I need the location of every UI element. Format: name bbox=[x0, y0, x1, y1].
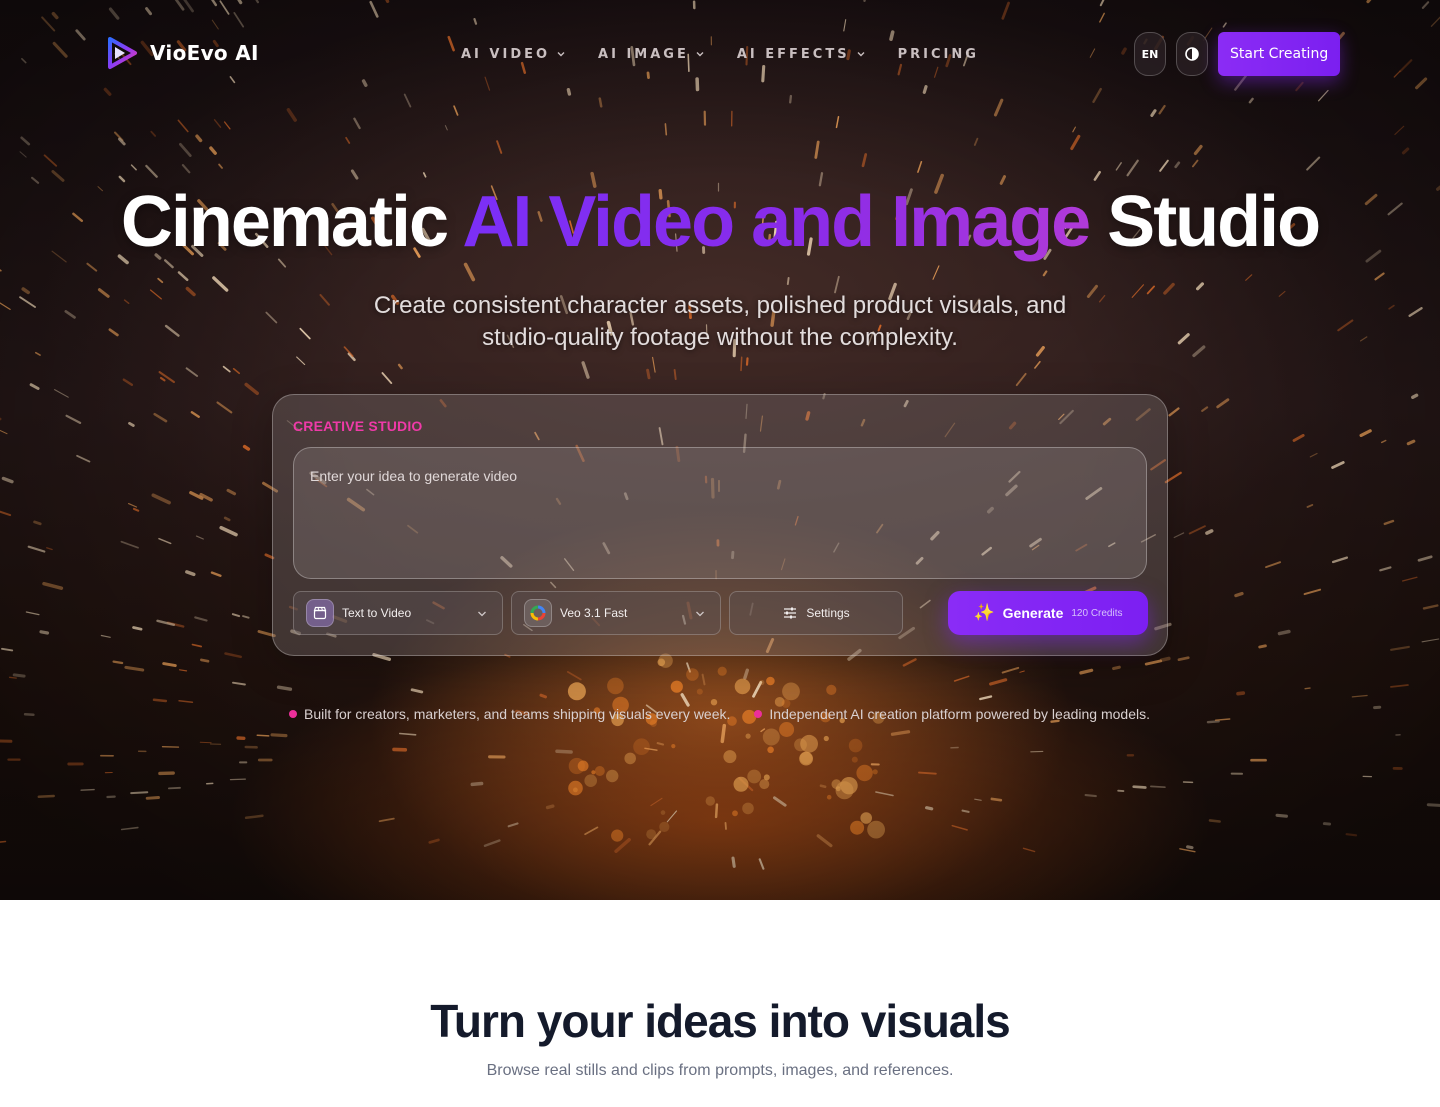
nav-ai-effects-label: AI EFFECTS bbox=[736, 46, 850, 62]
settings-button[interactable]: Settings bbox=[729, 591, 903, 635]
chevron-down-icon bbox=[696, 611, 704, 617]
nav-pricing[interactable]: PRICING bbox=[898, 44, 979, 64]
nav-ai-video-label: AI VIDEO bbox=[461, 46, 551, 62]
hero-title: Cinematic AI Video and Image Studio bbox=[0, 180, 1440, 264]
bullet-dot bbox=[289, 710, 297, 718]
contrast-icon bbox=[1185, 47, 1199, 61]
feature-bullet: Built for creators, marketers, and teams… bbox=[289, 706, 730, 722]
settings-label: Settings bbox=[806, 606, 850, 620]
chevron-down-icon bbox=[557, 52, 565, 57]
model-select-value: Veo 3.1 Fast bbox=[560, 606, 628, 620]
feature-bullet: Independent AI creation platform powered… bbox=[754, 706, 1150, 722]
chevron-down-icon bbox=[478, 611, 486, 617]
chevron-down-icon bbox=[696, 52, 704, 57]
section-subtitle: Browse real stills and clips from prompt… bbox=[486, 1062, 954, 1079]
feature-bullets: Built for creators, marketers, and teams… bbox=[289, 706, 1150, 722]
studio-label: CREATIVE STUDIO bbox=[293, 418, 423, 434]
sparkles-icon: ✨ bbox=[973, 603, 995, 622]
clapperboard-icon bbox=[306, 599, 334, 627]
hero-section: VioEvo AI AI VIDEO AI IMAGE AI EFFECTS P… bbox=[0, 0, 1440, 900]
start-creating-button[interactable]: Start Creating bbox=[1218, 32, 1341, 76]
hero-subtitle: Create consistent character assets, poli… bbox=[373, 292, 1067, 351]
credits-badge: 120 Credits bbox=[1071, 607, 1123, 619]
nav-links: AI VIDEO AI IMAGE AI EFFECTS PRICING bbox=[461, 44, 1011, 64]
nav-actions: EN Start Creating bbox=[1134, 32, 1341, 76]
chevron-down-icon bbox=[857, 52, 865, 57]
bullet-dot bbox=[754, 710, 763, 718]
nav-ai-image-label: AI IMAGE bbox=[598, 46, 689, 62]
theme-toggle-button[interactable] bbox=[1176, 32, 1208, 76]
prompt-input[interactable] bbox=[294, 448, 1146, 578]
nav-pricing-label: PRICING bbox=[897, 46, 979, 62]
section-title: Turn your ideas into visuals bbox=[430, 995, 1011, 1047]
sliders-icon bbox=[784, 607, 797, 619]
brand[interactable]: VioEvo AI bbox=[106, 36, 259, 70]
hero-title-before: Cinematic bbox=[120, 182, 463, 262]
feature-bullet-text: Independent AI creation platform powered… bbox=[769, 706, 1150, 722]
mode-select[interactable]: Text to Video bbox=[293, 591, 503, 635]
top-nav: VioEvo AI AI VIDEO AI IMAGE AI EFFECTS P… bbox=[0, 0, 1440, 108]
generate-button[interactable]: ✨ Generate 120 Credits bbox=[948, 591, 1148, 635]
creative-studio-panel: CREATIVE STUDIO Text to Video bbox=[272, 394, 1168, 656]
hero-title-highlight: AI Video and Image bbox=[462, 182, 1091, 262]
model-select[interactable]: Veo 3.1 Fast bbox=[511, 591, 721, 635]
generate-label: Generate bbox=[1002, 605, 1064, 621]
nav-ai-video[interactable]: AI VIDEO bbox=[461, 44, 566, 64]
play-logo-icon bbox=[108, 37, 137, 69]
google-gemini-icon bbox=[524, 599, 552, 627]
feature-bullet-text: Built for creators, marketers, and teams… bbox=[304, 706, 731, 722]
mode-select-value: Text to Video bbox=[342, 606, 412, 620]
language-button[interactable]: EN bbox=[1134, 32, 1166, 76]
nav-ai-image[interactable]: AI IMAGE bbox=[598, 44, 705, 64]
nav-ai-effects[interactable]: AI EFFECTS bbox=[737, 44, 866, 64]
hero-title-after: Studio bbox=[1089, 182, 1321, 262]
prompt-box bbox=[293, 447, 1147, 579]
brand-name: VioEvo AI bbox=[150, 41, 259, 65]
